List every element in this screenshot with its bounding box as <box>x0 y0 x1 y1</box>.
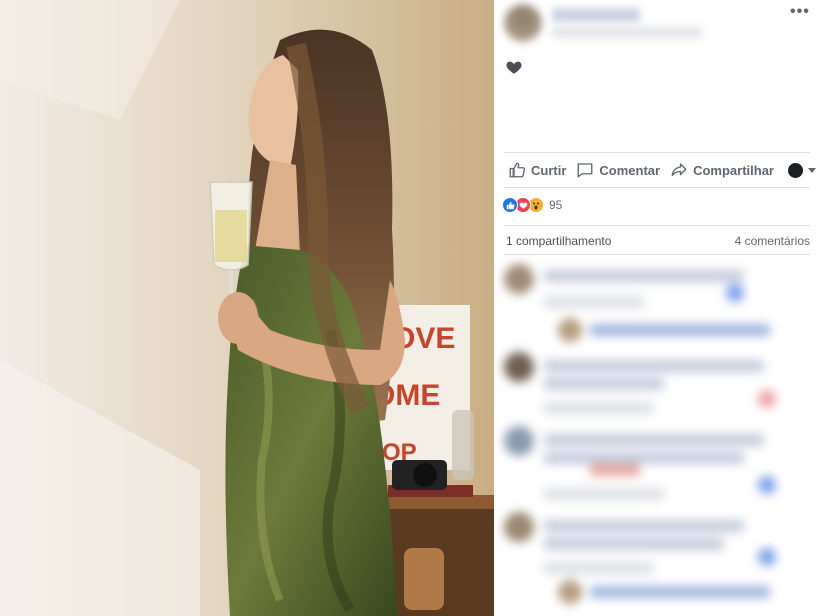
caret-down-icon <box>807 167 816 173</box>
globe-icon <box>787 162 803 178</box>
comment-label: Comentar <box>599 162 661 178</box>
author-name[interactable] <box>552 8 640 22</box>
comment-avatar[interactable] <box>504 264 534 294</box>
comment-text <box>544 360 764 372</box>
post-photo[interactable]: OVE OME OP <box>0 0 494 616</box>
divider <box>504 254 810 255</box>
like-reaction-icon <box>502 197 518 213</box>
like-button[interactable]: Curtir <box>508 161 566 179</box>
comment-reaction-icon <box>726 284 744 302</box>
comment-text <box>544 520 744 532</box>
comments-list <box>494 256 820 616</box>
reply-avatar[interactable] <box>558 318 582 342</box>
comment-text <box>544 434 764 446</box>
comment-link[interactable] <box>590 464 640 476</box>
share-label: Compartilhar <box>693 162 774 178</box>
comment-reaction-icon <box>758 476 776 494</box>
comment-meta <box>544 296 644 308</box>
comment-icon <box>577 163 593 178</box>
comment-meta <box>544 488 664 500</box>
audience-selector[interactable] <box>787 162 816 178</box>
comment-meta <box>544 402 654 414</box>
author-avatar[interactable] <box>504 4 542 42</box>
comment-text <box>544 378 664 390</box>
heart-icon <box>506 61 522 74</box>
like-label: Curtir <box>531 162 567 178</box>
post-side-panel: ••• Curtir Comentar Compartilhar 95 1 co… <box>494 0 820 616</box>
comment-reaction-icon <box>758 548 776 566</box>
comment-meta <box>544 562 654 574</box>
reaction-count: 95 <box>549 198 563 212</box>
post-action-bar: Curtir Comentar Compartilhar <box>504 152 816 188</box>
share-count[interactable]: 1 compartilhamento <box>506 234 611 248</box>
photo-scene: OVE OME OP <box>0 0 494 616</box>
comment-text <box>544 538 724 550</box>
comment-text <box>544 270 744 282</box>
reply-text <box>590 324 770 336</box>
comment-text <box>544 452 744 464</box>
comment-avatar[interactable] <box>504 512 534 542</box>
comment-count[interactable]: 4 comentários <box>735 234 810 248</box>
share-button[interactable]: Compartilhar <box>670 161 774 179</box>
post-meta <box>552 27 702 38</box>
more-options-button[interactable]: ••• <box>790 3 810 21</box>
reply-avatar[interactable] <box>558 580 582 604</box>
reply-text <box>590 586 770 598</box>
comment-button[interactable]: Comentar <box>576 161 660 179</box>
share-icon <box>671 163 687 176</box>
divider <box>504 225 810 226</box>
comment-reaction-icon <box>758 390 776 408</box>
thumbs-up-icon <box>509 162 526 178</box>
reactions-summary[interactable]: 95 <box>502 197 562 213</box>
comment-avatar[interactable] <box>504 426 534 456</box>
comment-avatar[interactable] <box>504 352 534 382</box>
